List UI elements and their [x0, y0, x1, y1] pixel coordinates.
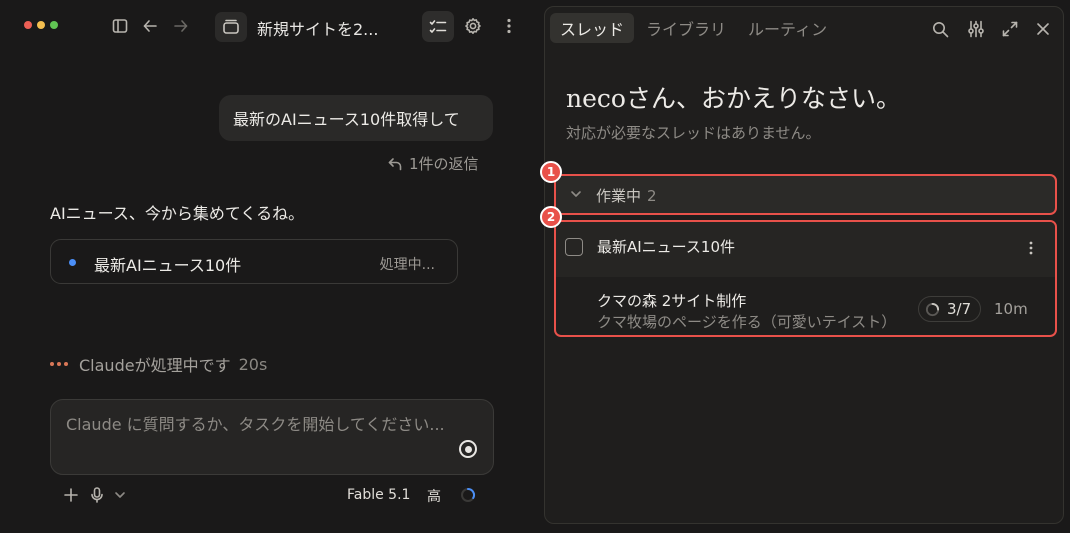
- thread-time: 10m: [994, 300, 1028, 318]
- processing-text: Claudeが処理中です: [79, 356, 231, 375]
- thread-list: 最新AIニュース10件 クマの森 2サイト制作 クマ牧場のページを作る（可愛いテ…: [554, 220, 1057, 337]
- reply-count-link[interactable]: 1件の返信: [388, 153, 479, 174]
- arrow-right-icon[interactable]: [171, 15, 191, 37]
- stop-button[interactable]: [459, 440, 477, 458]
- task-card-status: 処理中...: [379, 257, 435, 273]
- processing-dot: [50, 362, 54, 366]
- task-card-name: 最新AIニュース10件: [94, 256, 242, 275]
- processing-indicator: Claudeが処理中です 20s: [50, 352, 267, 376]
- session-icon[interactable]: [215, 12, 247, 42]
- chevron-down-icon: [569, 186, 583, 202]
- sliders-icon[interactable]: [965, 19, 987, 39]
- thread-checkbox[interactable]: [565, 238, 583, 256]
- conversation-pane: 新規サイトを2... 最新のAIニュース10件取得して 1件の返信 AIニュース…: [0, 0, 540, 533]
- thread-progress-label: 3/7: [947, 300, 972, 318]
- expand-icon[interactable]: [1000, 19, 1020, 39]
- composer-input[interactable]: [66, 412, 446, 462]
- minimize-window-button[interactable]: [37, 21, 45, 29]
- stop-icon: [464, 445, 472, 453]
- composer: [50, 399, 494, 475]
- chevron-down-icon[interactable]: [113, 487, 127, 503]
- thread-title: クマの森 2サイト制作: [597, 292, 747, 310]
- model-select[interactable]: Fable 5.1: [347, 487, 410, 503]
- more-vertical-icon[interactable]: [1024, 240, 1038, 256]
- effort-select[interactable]: 高: [427, 486, 441, 506]
- panel-tabs: スレッド ライブラリ ルーティン: [550, 13, 837, 43]
- reply-count-label: 1件の返信: [409, 155, 479, 173]
- annotation-badge: 1: [540, 161, 562, 183]
- progress-ring-icon: [925, 302, 940, 316]
- user-message: 最新のAIニュース10件取得して: [219, 95, 493, 141]
- annotation-badge: 2: [540, 206, 562, 228]
- thread-progress: 3/7: [918, 296, 981, 322]
- reply-icon: [388, 157, 402, 171]
- session-title[interactable]: 新規サイトを2...: [257, 16, 378, 40]
- working-section-label: 作業中 2: [596, 187, 657, 205]
- greeting-subtitle: 対応が必要なスレッドはありません。: [566, 124, 821, 142]
- zoom-window-button[interactable]: [50, 21, 58, 29]
- arrow-left-icon[interactable]: [140, 15, 160, 37]
- task-status-dot: [69, 259, 76, 266]
- tab-library[interactable]: ライブラリ: [636, 13, 736, 43]
- close-window-button[interactable]: [24, 21, 32, 29]
- tab-routines[interactable]: ルーティン: [738, 13, 837, 43]
- checklist-icon[interactable]: [422, 11, 454, 42]
- assistant-message: AIニュース、今から集めてくるね。: [50, 204, 305, 223]
- working-section-header[interactable]: 作業中 2: [554, 174, 1057, 215]
- working-section-count: 2: [647, 187, 657, 205]
- task-card[interactable]: 最新AIニュース10件 処理中...: [50, 239, 458, 284]
- sidebar-toggle-icon[interactable]: [110, 15, 130, 37]
- mic-icon[interactable]: [88, 486, 106, 504]
- thread-title: 最新AIニュース10件: [597, 238, 736, 256]
- greeting-heading: necoさん、おかえりなさい。: [566, 84, 901, 113]
- threads-panel: スレッド ライブラリ ルーティン necoさん、おかえりなさい。 対応が必要なス…: [544, 6, 1064, 524]
- close-icon[interactable]: [1034, 19, 1052, 39]
- gear-icon[interactable]: [462, 14, 484, 38]
- processing-dot: [57, 362, 61, 366]
- plus-icon[interactable]: [62, 486, 80, 504]
- tab-threads[interactable]: スレッド: [550, 13, 635, 43]
- more-vertical-icon[interactable]: [500, 14, 518, 38]
- processing-dot: [64, 362, 68, 366]
- context-usage-ring: [461, 488, 475, 502]
- processing-elapsed: 20s: [238, 354, 268, 374]
- search-icon[interactable]: [930, 19, 950, 39]
- thread-item[interactable]: クマの森 2サイト制作 クマ牧場のページを作る（可愛いテイスト） 3/7 10m: [556, 277, 1055, 335]
- thread-subtitle: クマ牧場のページを作る（可愛いテイスト）: [597, 313, 897, 331]
- thread-item[interactable]: 最新AIニュース10件: [556, 222, 1055, 277]
